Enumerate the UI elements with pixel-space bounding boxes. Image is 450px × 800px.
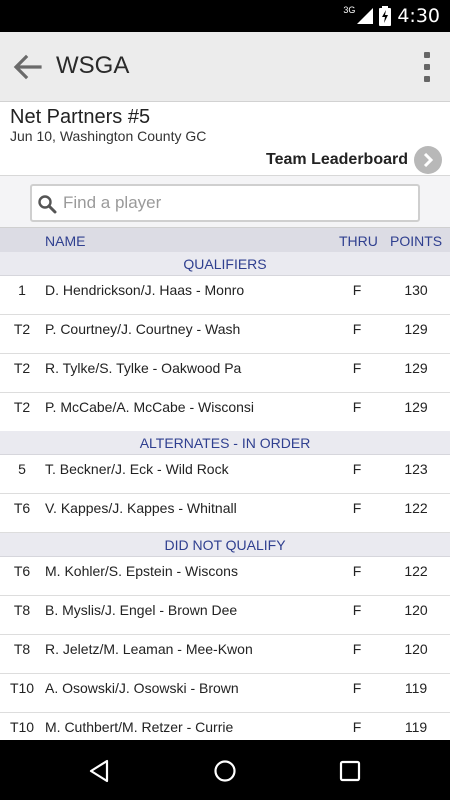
points: 130 <box>404 282 428 298</box>
position: T6 <box>13 563 31 579</box>
status-bar: 3G 4:30 <box>0 0 450 32</box>
table-row[interactable]: T8 R. Jeletz/M. Leaman - Mee-Kwon F 120 <box>0 635 450 674</box>
thru: F <box>352 399 362 415</box>
table-row[interactable]: T2 P. McCabe/A. McCabe - Wisconsi F 129 <box>0 393 450 432</box>
table-row[interactable]: T8 B. Myslis/J. Engel - Brown Dee F 120 <box>0 596 450 635</box>
menu-dot <box>424 52 430 58</box>
column-header-thru[interactable]: THRU <box>339 233 378 249</box>
event-date-course: Jun 10, Washington County GC <box>10 128 207 144</box>
position: T6 <box>13 500 31 516</box>
clock: 4:30 <box>397 5 440 27</box>
network-type: 3G <box>343 5 356 15</box>
points: 122 <box>404 563 428 579</box>
position: 5 <box>18 461 26 477</box>
thru: F <box>352 321 362 337</box>
position: T2 <box>13 360 31 376</box>
position: T2 <box>13 399 31 415</box>
thru: F <box>352 563 362 579</box>
search-area <box>0 176 450 228</box>
position: T10 <box>9 719 35 735</box>
column-header-points[interactable]: POINTS <box>390 233 442 249</box>
thru: F <box>352 641 362 657</box>
app-bar: WSGA <box>0 32 450 102</box>
section-header-qualifiers: QUALIFIERS <box>0 252 450 276</box>
position: T8 <box>13 602 31 618</box>
table-row[interactable]: T2 R. Tylke/S. Tylke - Oakwood Pa F 129 <box>0 354 450 393</box>
team-name: T. Beckner/J. Eck - Wild Rock <box>45 461 229 477</box>
team-name: R. Tylke/S. Tylke - Oakwood Pa <box>45 360 242 376</box>
thru: F <box>352 602 362 618</box>
search-box[interactable] <box>30 184 420 222</box>
signal-icon <box>357 8 374 24</box>
points: 129 <box>404 321 428 337</box>
overflow-menu-icon[interactable] <box>420 52 434 82</box>
table-row[interactable]: T6 V. Kappes/J. Kappes - Whitnall F 122 <box>0 494 450 533</box>
column-header-name[interactable]: NAME <box>45 233 85 249</box>
team-name: D. Hendrickson/J. Haas - Monro <box>45 282 245 298</box>
thru: F <box>352 719 362 735</box>
navigation-bar <box>0 740 450 800</box>
team-name: A. Osowski/J. Osowski - Brown <box>45 680 239 696</box>
table-row[interactable]: 1 D. Hendrickson/J. Haas - Monro F 130 <box>0 276 450 315</box>
thru: F <box>352 680 362 696</box>
team-name: B. Myslis/J. Engel - Brown Dee <box>45 602 238 618</box>
points: 119 <box>404 719 428 735</box>
points: 120 <box>404 641 428 657</box>
event-header: Net Partners #5 Jun 10, Washington Count… <box>0 102 450 176</box>
event-name: Net Partners #5 <box>10 106 151 128</box>
battery-icon <box>379 6 392 26</box>
thru: F <box>352 282 362 298</box>
team-name: P. Courtney/J. Courtney - Wash <box>45 321 241 337</box>
table-row[interactable]: T10 M. Cuthbert/M. Retzer - Currie F 119 <box>0 713 450 740</box>
recents-square-icon[interactable] <box>337 758 363 784</box>
points: 122 <box>404 500 428 516</box>
team-name: M. Cuthbert/M. Retzer - Currie <box>45 719 234 735</box>
position: T8 <box>13 641 31 657</box>
arrow-left-icon <box>13 54 42 80</box>
position: T2 <box>13 321 31 337</box>
search-input[interactable] <box>63 188 413 218</box>
points: 119 <box>404 680 428 696</box>
team-name: P. McCabe/A. McCabe - Wisconsi <box>45 399 255 415</box>
back-button[interactable] <box>10 49 46 85</box>
team-leaderboard-link[interactable]: Team Leaderboard <box>266 146 442 174</box>
back-triangle-icon[interactable] <box>87 758 113 784</box>
table-row[interactable]: T10 A. Osowski/J. Osowski - Brown F 119 <box>0 674 450 713</box>
points: 120 <box>404 602 428 618</box>
team-name: R. Jeletz/M. Leaman - Mee-Kwon <box>45 641 253 657</box>
table-row[interactable]: 5 T. Beckner/J. Eck - Wild Rock F 123 <box>0 455 450 494</box>
section-header-did-not-qualify: DID NOT QUALIFY <box>0 533 450 557</box>
chevron-right-icon <box>414 146 442 174</box>
menu-dot <box>424 64 430 70</box>
menu-dot <box>424 76 430 82</box>
points: 123 <box>404 461 428 477</box>
table-row[interactable]: T2 P. Courtney/J. Courtney - Wash F 129 <box>0 315 450 354</box>
thru: F <box>352 360 362 376</box>
search-icon <box>38 195 57 214</box>
thru: F <box>352 500 362 516</box>
team-name: M. Kohler/S. Epstein - Wiscons <box>45 563 238 579</box>
team-leaderboard-label: Team Leaderboard <box>266 151 408 168</box>
table-header: NAME THRU POINTS <box>0 228 450 252</box>
status-icons: 3G 4:30 <box>343 0 440 32</box>
table-row[interactable]: T6 M. Kohler/S. Epstein - Wiscons F 122 <box>0 557 450 596</box>
position: T10 <box>9 680 35 696</box>
app-title: WSGA <box>56 52 130 79</box>
home-circle-icon[interactable] <box>212 758 238 784</box>
points: 129 <box>404 399 428 415</box>
section-header-alternates: ALTERNATES - IN ORDER <box>0 431 450 455</box>
thru: F <box>352 461 362 477</box>
points: 129 <box>404 360 428 376</box>
team-name: V. Kappes/J. Kappes - Whitnall <box>45 500 237 516</box>
position: 1 <box>18 282 26 298</box>
